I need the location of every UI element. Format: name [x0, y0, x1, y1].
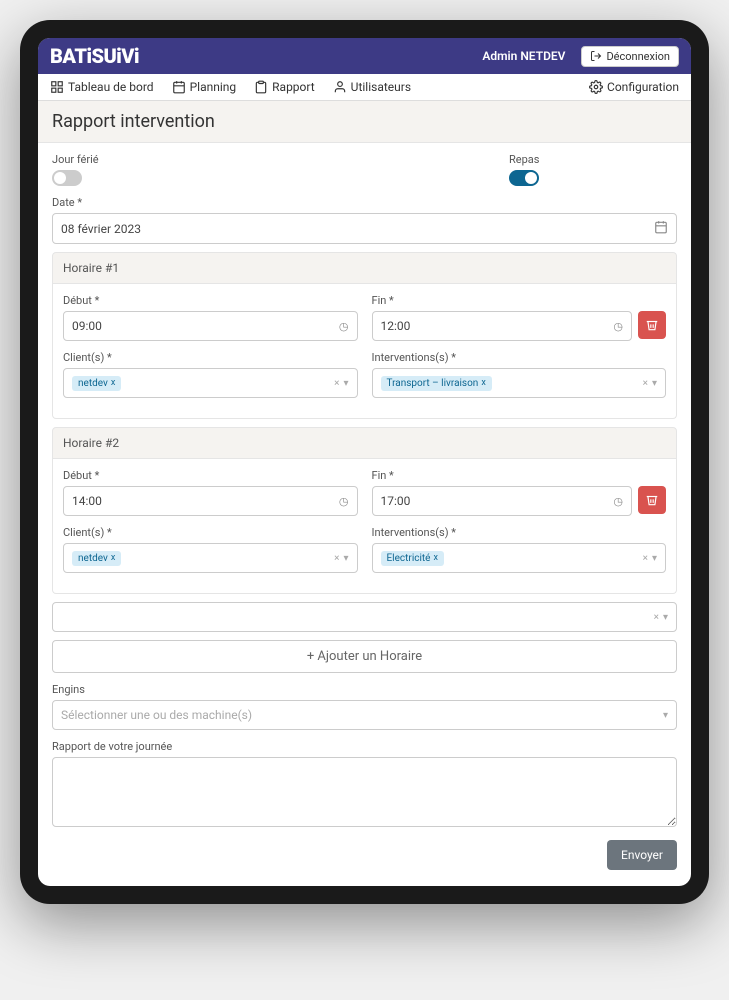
rapport-textarea[interactable] [52, 757, 677, 827]
horaire-1-body: Début * 09:00 ◷ Fin * 12:00 ◷ [52, 284, 677, 419]
clear-icon[interactable]: × [643, 553, 648, 564]
clipboard-icon [254, 80, 268, 94]
debut-label: Début * [63, 469, 358, 482]
h2-debut-field[interactable]: 14:00 ◷ [63, 486, 358, 516]
submit-button[interactable]: Envoyer [607, 840, 677, 870]
trash-icon [645, 318, 659, 332]
h1-debut-field[interactable]: 09:00 ◷ [63, 311, 358, 341]
repas-toggle[interactable] [509, 170, 539, 186]
page-title: Rapport intervention [38, 101, 691, 143]
h2-interventions-field[interactable]: Electricité x × ▾ [372, 543, 667, 573]
client-tag[interactable]: netdev x [72, 551, 121, 566]
interventions-label: Interventions(s) * [372, 351, 667, 364]
remove-tag-icon[interactable]: x [433, 553, 437, 563]
fin-label: Fin * [372, 294, 667, 307]
h2-clients-field[interactable]: netdev x × ▾ [63, 543, 358, 573]
fin-label: Fin * [372, 469, 667, 482]
horaire-1-header: Horaire #1 [52, 252, 677, 284]
jour-ferie-toggle[interactable] [52, 170, 82, 186]
delete-horaire-2-button[interactable] [638, 486, 666, 514]
debut-label: Début * [63, 294, 358, 307]
horaire-2-body: Début * 14:00 ◷ Fin * 17:00 ◷ [52, 459, 677, 594]
h1-clients-field[interactable]: netdev x × ▾ [63, 368, 358, 398]
h1-fin-field[interactable]: 12:00 ◷ [372, 311, 633, 341]
clear-icon[interactable]: × [654, 612, 659, 623]
remove-tag-icon[interactable]: x [111, 553, 115, 563]
extra-select[interactable]: ×▾ [52, 602, 677, 632]
calendar-icon [172, 80, 186, 94]
clock-icon: ◷ [613, 320, 623, 333]
nav-config[interactable]: Configuration [589, 80, 679, 94]
jour-ferie-label: Jour férié [52, 153, 358, 166]
clear-icon[interactable]: × [643, 378, 648, 389]
clear-icon[interactable]: × [334, 378, 339, 389]
chevron-down-icon[interactable]: ▾ [652, 378, 657, 389]
intervention-tag[interactable]: Transport – livraison x [381, 376, 492, 391]
app-header: BATiSUiVi Admin NETDEV Déconnexion [38, 38, 691, 74]
h2-fin-field[interactable]: 17:00 ◷ [372, 486, 633, 516]
clients-label: Client(s) * [63, 351, 358, 364]
interventions-label: Interventions(s) * [372, 526, 667, 539]
chevron-down-icon[interactable]: ▾ [663, 612, 668, 623]
client-tag[interactable]: netdev x [72, 376, 121, 391]
engins-select[interactable]: Sélectionner une ou des machine(s) ▾ [52, 700, 677, 730]
trash-icon [645, 493, 659, 507]
user-name: Admin NETDEV [482, 49, 565, 63]
nav-rapport[interactable]: Rapport [254, 80, 315, 94]
rapport-label: Rapport de votre journée [52, 740, 677, 753]
horaire-2-header: Horaire #2 [52, 427, 677, 459]
intervention-tag[interactable]: Electricité x [381, 551, 444, 566]
h1-interventions-field[interactable]: Transport – livraison x × ▾ [372, 368, 667, 398]
repas-label: Repas [372, 153, 678, 166]
engins-label: Engins [52, 683, 677, 696]
nav-planning[interactable]: Planning [172, 80, 237, 94]
grid-icon [50, 80, 64, 94]
app-logo: BATiSUiVi [50, 44, 139, 68]
clock-icon: ◷ [613, 495, 623, 508]
chevron-down-icon[interactable]: ▾ [652, 553, 657, 564]
date-label: Date * [52, 196, 677, 209]
add-horaire-button[interactable]: + Ajouter un Horaire [52, 640, 677, 673]
chevron-down-icon[interactable]: ▾ [343, 553, 348, 564]
user-icon [333, 80, 347, 94]
chevron-down-icon[interactable]: ▾ [663, 710, 668, 721]
date-field[interactable]: 08 février 2023 [52, 213, 677, 244]
delete-horaire-1-button[interactable] [638, 311, 666, 339]
nav-bar: Tableau de bord Planning Rapport Utilisa… [38, 74, 691, 101]
clear-icon[interactable]: × [334, 553, 339, 564]
clock-icon: ◷ [339, 495, 349, 508]
calendar-icon [654, 220, 668, 237]
remove-tag-icon[interactable]: x [111, 378, 115, 388]
remove-tag-icon[interactable]: x [481, 378, 485, 388]
clients-label: Client(s) * [63, 526, 358, 539]
nav-users[interactable]: Utilisateurs [333, 80, 411, 94]
clock-icon: ◷ [339, 320, 349, 333]
nav-dashboard[interactable]: Tableau de bord [50, 80, 154, 94]
chevron-down-icon[interactable]: ▾ [343, 378, 348, 389]
gear-icon [589, 80, 603, 94]
logout-button[interactable]: Déconnexion [581, 46, 679, 67]
logout-icon [590, 50, 602, 62]
